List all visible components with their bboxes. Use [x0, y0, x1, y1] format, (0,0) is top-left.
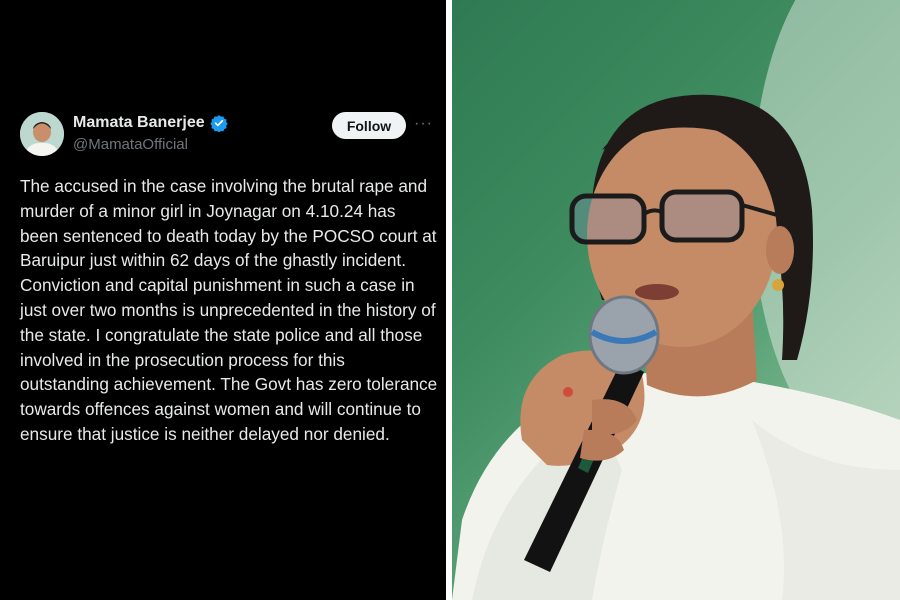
name-row: Mamata Banerjee — [73, 114, 228, 132]
more-options-icon[interactable]: ··· — [414, 115, 433, 133]
tweet-panel: Mamata Banerjee @MamataOfficial Follow ·… — [0, 0, 446, 600]
speaker-photo — [452, 0, 900, 600]
display-name[interactable]: Mamata Banerjee — [73, 114, 205, 132]
avatar[interactable] — [20, 112, 64, 156]
user-handle[interactable]: @MamataOfficial — [73, 136, 188, 153]
photo-panel — [452, 0, 900, 600]
follow-button[interactable]: Follow — [332, 112, 406, 139]
avatar-image — [20, 112, 64, 156]
tweet-text: The accused in the case involving the br… — [20, 176, 438, 444]
verified-badge-icon — [209, 115, 228, 132]
